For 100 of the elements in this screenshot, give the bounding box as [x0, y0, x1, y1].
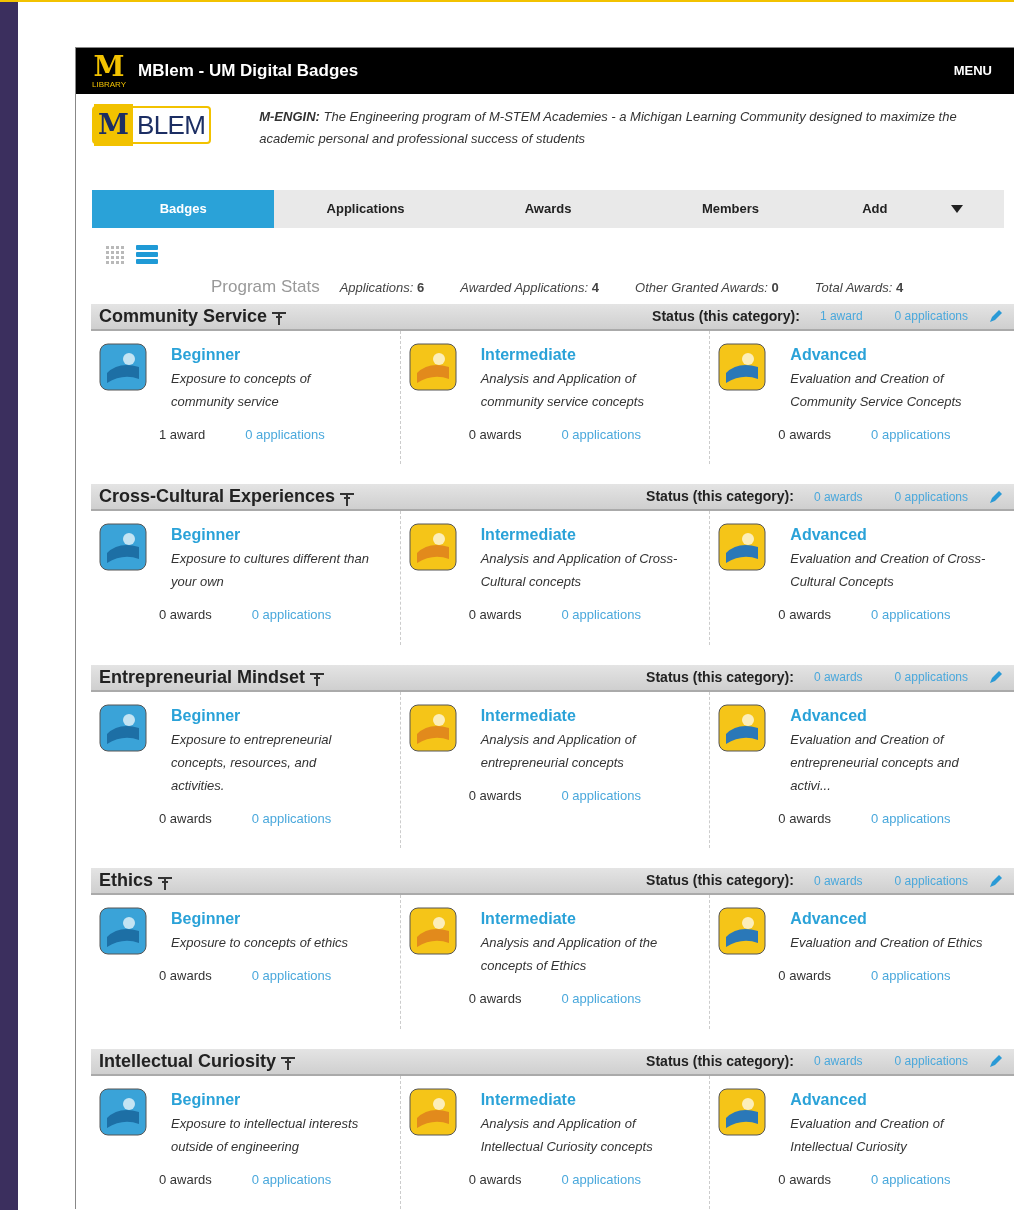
status-label: Status (this category): [646, 487, 794, 506]
library-logo: M LIBRARY [92, 53, 127, 89]
nav-tab[interactable]: Add [821, 190, 1005, 228]
award-count: 0 awards [778, 606, 832, 624]
nav-tab[interactable]: Awards [456, 190, 640, 228]
applications-link[interactable]: 0 applications [871, 605, 951, 625]
pencil-icon[interactable] [988, 308, 1004, 324]
status-label: Status (this category): [646, 667, 794, 687]
badge-level-link[interactable]: Beginner [171, 703, 371, 728]
status-applications-link[interactable]: 0 applications [894, 1052, 968, 1070]
status-label: Status (this category): [646, 871, 794, 890]
badge-icon [408, 523, 457, 571]
badge-icon [718, 342, 767, 391]
status-label: Status (this category): [652, 306, 800, 326]
badge-icon [99, 907, 147, 955]
badge-level-link[interactable]: Advanced [790, 907, 991, 931]
award-count: 0 awards [468, 425, 522, 444]
filter-icon[interactable] [339, 490, 356, 507]
applications-link[interactable]: 0 applications [871, 966, 951, 986]
applications-link[interactable]: 0 applications [561, 605, 641, 625]
applications-link[interactable]: 0 applications [561, 1169, 641, 1189]
status-awards-link[interactable]: 1 award [819, 307, 863, 325]
pencil-icon[interactable] [988, 872, 1004, 889]
applications-link[interactable]: 0 applications [871, 1169, 951, 1189]
badge-icon [408, 703, 457, 752]
award-count: 0 awards [159, 1170, 212, 1189]
program-stats-label: Program Stats [211, 276, 320, 298]
nav-tab[interactable]: Members [639, 190, 822, 228]
status-awards-link[interactable]: 0 awards [813, 487, 863, 506]
menu-button[interactable]: MENU [953, 61, 1004, 81]
nav-tab[interactable]: Applications [274, 190, 457, 228]
award-count: 0 awards [468, 1170, 522, 1189]
filter-icon[interactable] [271, 310, 288, 326]
award-count: 0 awards [468, 606, 522, 624]
badge-description: Exposure to concepts of ethics [171, 934, 350, 952]
status-awards-link[interactable]: 0 awards [813, 1052, 863, 1070]
category-title: Cross-Cultural Experiences [99, 485, 336, 508]
applications-link[interactable]: 0 applications [251, 966, 332, 986]
badge-description: Evaluation and Creation of Community Service Concepts [790, 369, 963, 411]
applications-link[interactable]: 0 applications [871, 424, 951, 444]
badge-description: Analysis and Application of entrepreneurial concepts [480, 730, 638, 772]
stat-text: Other Granted Awards: 0 [635, 279, 779, 297]
status-applications-link[interactable]: 0 applications [894, 668, 968, 686]
stat-text: Awarded Applications: 4 [460, 279, 599, 297]
badge-description: Analysis and Application of Intellectual Curiosity concepts [480, 1114, 654, 1156]
applications-link[interactable]: 0 applications [561, 989, 641, 1009]
badge-level-link[interactable]: Beginner [171, 342, 371, 367]
badge-level-link[interactable]: Advanced [790, 342, 991, 367]
filter-icon[interactable] [157, 874, 174, 891]
badge-level-link[interactable]: Intermediate [480, 523, 681, 547]
pencil-icon[interactable] [988, 488, 1004, 505]
applications-link[interactable]: 0 applications [251, 605, 332, 625]
badge-icon [718, 907, 767, 955]
badge-description: Analysis and Application of Cross-Cultural concepts [480, 550, 679, 591]
badge-icon [718, 1087, 767, 1136]
badge-icon [408, 342, 457, 391]
badge-level-link[interactable]: Advanced [790, 703, 991, 728]
category-title: Community Service [99, 304, 268, 328]
badge-level-link[interactable]: Beginner [171, 523, 371, 547]
badge-description: Exposure to cultures different than your own [171, 550, 370, 591]
badge-icon [408, 1087, 457, 1136]
badge-level-link[interactable]: Intermediate [480, 907, 681, 931]
badge-level-link[interactable]: Advanced [790, 1087, 991, 1112]
award-count: 0 awards [159, 967, 212, 985]
list-view-icon[interactable] [136, 244, 158, 266]
status-awards-link[interactable]: 0 awards [813, 668, 863, 686]
applications-link[interactable]: 0 applications [245, 424, 325, 444]
applications-link[interactable]: 0 applications [561, 785, 641, 805]
nav-tab[interactable]: Badges [92, 190, 275, 228]
grid-view-icon[interactable] [106, 246, 124, 264]
status-applications-link[interactable]: 0 applications [894, 871, 968, 890]
badge-level-link[interactable]: Intermediate [480, 342, 681, 367]
badge-level-link[interactable]: Advanced [790, 523, 991, 547]
badge-description: Evaluation and Creation of Cross-Cultural Concepts [790, 550, 987, 591]
status-applications-link[interactable]: 0 applications [894, 307, 968, 325]
applications-link[interactable]: 0 applications [561, 424, 641, 444]
badge-level-link[interactable]: Beginner [171, 1087, 371, 1112]
badge-icon [718, 523, 767, 571]
filter-icon[interactable] [280, 1055, 297, 1071]
category-title: Ethics [99, 869, 154, 892]
badge-description: Evaluation and Creation of Intellectual Curiosity [790, 1114, 946, 1156]
badge-level-link[interactable]: Beginner [171, 907, 371, 931]
badge-level-link[interactable]: Intermediate [480, 1087, 681, 1112]
stat-text: Applications: 6 [339, 279, 425, 297]
award-count: 1 award [159, 425, 206, 444]
pencil-icon[interactable] [988, 1053, 1004, 1069]
applications-link[interactable]: 0 applications [871, 808, 951, 828]
status-awards-link[interactable]: 0 awards [813, 871, 863, 890]
badge-description: Analysis and Application of community service concepts [480, 369, 645, 411]
award-count: 0 awards [778, 809, 832, 828]
badge-description: Exposure to entrepreneurial concepts, resources, and activities. [171, 730, 333, 795]
status-applications-link[interactable]: 0 applications [894, 487, 968, 506]
award-count: 0 awards [468, 786, 522, 805]
badge-description: Evaluation and Creation of entrepreneurial concepts and activi... [790, 730, 960, 795]
badge-level-link[interactable]: Intermediate [480, 703, 681, 728]
applications-link[interactable]: 0 applications [251, 808, 332, 828]
applications-link[interactable]: 0 applications [251, 1169, 332, 1189]
pencil-icon[interactable] [988, 669, 1004, 685]
award-count: 0 awards [778, 425, 832, 444]
filter-icon[interactable] [309, 671, 326, 687]
